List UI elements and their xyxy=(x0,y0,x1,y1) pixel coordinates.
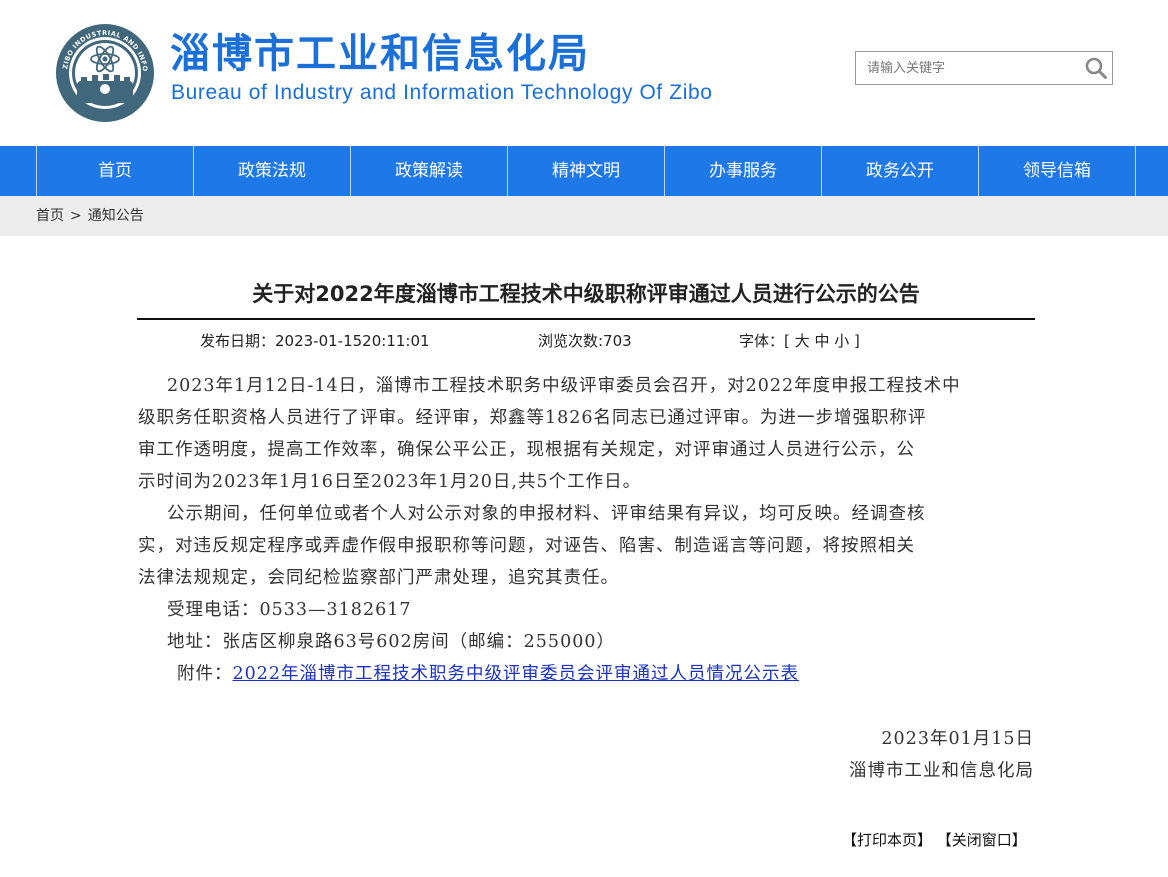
breadcrumb-bar: 首页 > 通知公告 xyxy=(0,196,1168,236)
site-title: 淄博市工业和信息化局 xyxy=(170,31,590,77)
breadcrumb-home-link[interactable]: 首页 xyxy=(36,208,64,224)
attachment-label: 附件： xyxy=(177,664,233,684)
nav-item-policy-regulations[interactable]: 政策法规 xyxy=(193,146,350,196)
text-line: 示时间为2023年1月16日至2023年1月20日,共5个工作日。 xyxy=(138,472,642,492)
contact-address: 地址：张店区柳泉路63号602房间（邮编：255000） xyxy=(167,632,615,652)
breadcrumb-current-link[interactable]: 通知公告 xyxy=(88,208,144,224)
print-page-button[interactable]: 【打印本页】 xyxy=(842,831,932,849)
article-title: 关于对2022年度淄博市工程技术中级职称评审通过人员进行公示的公告 xyxy=(252,282,920,306)
nav-item-government-affairs[interactable]: 政务公开 xyxy=(821,146,978,196)
site-header: ZIBO INDUSTRIAL AND INFORMATION BUREAU 淄… xyxy=(0,0,1168,146)
nav-item-home[interactable]: 首页 xyxy=(36,146,193,196)
bureau-logo-icon[interactable]: ZIBO INDUSTRIAL AND INFORMATION BUREAU xyxy=(55,23,155,123)
search-icon[interactable] xyxy=(1084,56,1108,80)
text-line: 公示期间，任何单位或者个人对公示对象的申报材料、评审结果有异议，均可反映。经调查… xyxy=(167,504,926,524)
nav-item-leader-mailbox[interactable]: 领导信箱 xyxy=(978,146,1135,196)
nav-item-services[interactable]: 办事服务 xyxy=(664,146,821,196)
breadcrumb: 首页 > 通知公告 xyxy=(36,196,144,236)
text-line: 法律法规规定，会同纪检监察部门严肃处理，追究其责任。 xyxy=(138,568,619,588)
main-nav: 首页 政策法规 政策解读 精神文明 办事服务 政务公开 领导信箱 xyxy=(0,146,1168,196)
signature-org: 淄博市工业和信息化局 xyxy=(849,761,1034,781)
text-line: 级职务任职资格人员进行了评审。经评审，郑鑫等1826名同志已通过评审。为进一步增… xyxy=(138,408,927,428)
text-line: 审工作透明度，提高工作效率，确保公平公正，现根据有关规定，对评审通过人员进行公示… xyxy=(138,440,915,460)
attachment-row: 附件：2022年淄博市工程技术职务中级评审委员会评审通过人员情况公示表 xyxy=(138,658,1036,690)
site-subtitle: Bureau of Industry and Information Techn… xyxy=(171,81,713,104)
nav-item-spiritual-civilization[interactable]: 精神文明 xyxy=(507,146,664,196)
search-input[interactable] xyxy=(856,52,1087,84)
text-line: 2023年1月12日-14日，淄博市工程技术职务中级评审委员会召开，对2022年… xyxy=(167,376,961,396)
attachment-link[interactable]: 2022年淄博市工程技术职务中级评审委员会评审通过人员情况公示表 xyxy=(233,664,800,684)
font-size-label: 字体：[ xyxy=(739,332,790,350)
nav-item-policy-interpretation[interactable]: 政策解读 xyxy=(350,146,507,196)
font-size-large-link[interactable]: 大 xyxy=(795,332,810,350)
close-window-button[interactable]: 【关闭窗口】 xyxy=(937,831,1027,849)
paragraph-objection: 公示期间，任何单位或者个人对公示对象的申报材料、评审结果有异议，均可反映。经调查… xyxy=(138,498,1036,594)
signature-date: 2023年01月15日 xyxy=(881,729,1034,749)
font-size-bracket: ] xyxy=(854,332,860,350)
article-body: 2023年1月12日-14日，淄博市工程技术职务中级评审委员会召开，对2022年… xyxy=(138,370,1036,690)
view-count: 浏览次数:703 xyxy=(538,332,632,350)
font-size-medium-link[interactable]: 中 xyxy=(814,332,829,350)
font-size-small-link[interactable]: 小 xyxy=(834,332,849,350)
paragraph-meeting: 2023年1月12日-14日，淄博市工程技术职务中级评审委员会召开，对2022年… xyxy=(138,370,1036,498)
contact-phone: 受理电话：0533—3182617 xyxy=(167,600,412,620)
breadcrumb-separator: > xyxy=(70,208,82,224)
title-divider xyxy=(137,318,1035,320)
search-box xyxy=(855,51,1113,85)
publish-date: 发布日期：2023-01-1520:11:01 xyxy=(200,332,430,350)
font-size-control: 字体：[ 大 中 小 ] xyxy=(739,330,860,352)
text-line: 实，对违反规定程序或弄虚作假申报职称等问题，对诬告、陷害、制造谣言等问题，将按照… xyxy=(138,536,915,556)
nav-divider xyxy=(1135,146,1136,196)
page-actions: 【打印本页】 【关闭窗口】 xyxy=(842,829,1027,851)
